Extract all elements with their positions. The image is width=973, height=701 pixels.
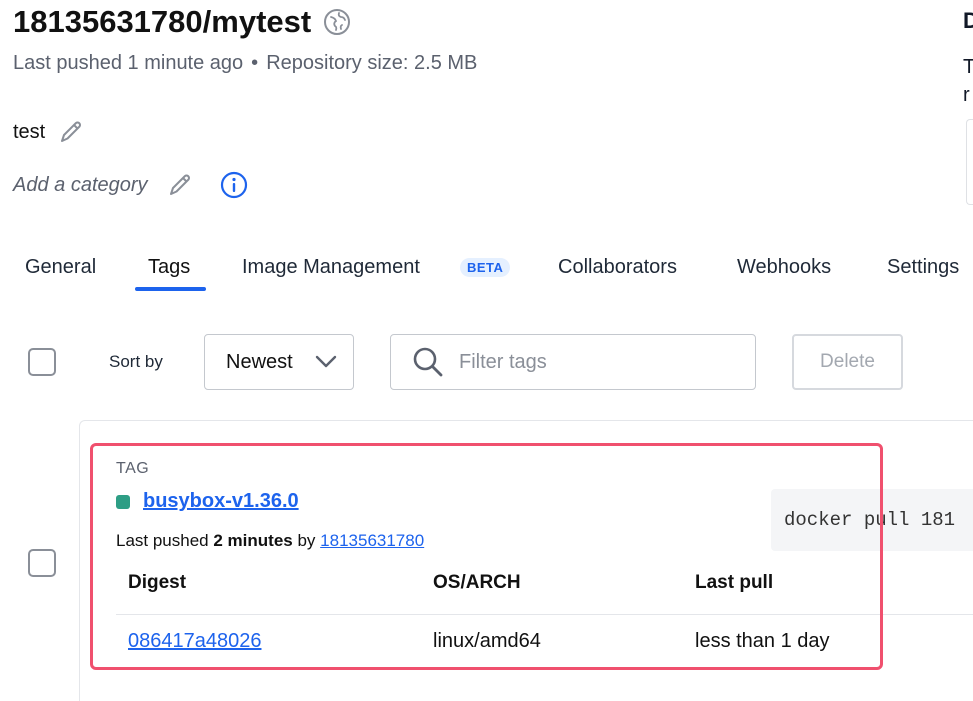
- repo-description: test: [13, 118, 85, 146]
- chevron-down-icon: [315, 355, 337, 368]
- beta-badge: BETA: [460, 258, 511, 277]
- edit-description-button[interactable]: [57, 118, 85, 146]
- tab-collaborators[interactable]: Collaborators: [558, 256, 677, 279]
- pencil-icon: [169, 174, 190, 195]
- tab-tags[interactable]: Tags: [148, 256, 190, 279]
- info-icon: [220, 171, 247, 199]
- repo-title: 18135631780/mytest: [13, 4, 351, 40]
- sidebar-box-fragment: [966, 119, 973, 205]
- sidebar-text-fragment: T r: [963, 56, 973, 106]
- edit-category-button[interactable]: [166, 171, 194, 199]
- delete-button[interactable]: Delete: [792, 334, 903, 390]
- tab-general[interactable]: General: [25, 256, 96, 279]
- sort-select-value: Newest: [226, 350, 293, 373]
- tab-settings[interactable]: Settings: [887, 256, 959, 279]
- tag-row-checkbox[interactable]: [28, 549, 56, 577]
- repo-category: Add a category: [13, 171, 248, 199]
- last-pushed-text: Last pushed 1 minute ago: [13, 52, 244, 74]
- active-tab-indicator: [135, 287, 206, 291]
- filter-tags-input[interactable]: [457, 349, 741, 375]
- sidebar-heading-fragment: D: [963, 8, 973, 33]
- category-info-button[interactable]: [220, 171, 248, 199]
- search-icon: [413, 347, 443, 377]
- sort-select[interactable]: Newest: [204, 334, 354, 390]
- tab-image-management[interactable]: Image Management: [242, 256, 420, 279]
- repo-meta: Last pushed 1 minute ago • Repository size…: [13, 52, 477, 75]
- public-globe-icon: [324, 9, 351, 35]
- tab-webhooks[interactable]: Webhooks: [737, 256, 831, 279]
- sort-label: Sort by: [109, 352, 163, 371]
- meta-separator: •: [251, 52, 259, 74]
- repo-title-text: 18135631780/mytest: [13, 4, 312, 39]
- repo-size-text: Repository size: 2.5 MB: [266, 52, 478, 74]
- select-all-checkbox[interactable]: [28, 348, 56, 376]
- category-placeholder: Add a category: [13, 173, 148, 196]
- highlight-box: [90, 443, 883, 670]
- pencil-icon: [61, 121, 82, 142]
- filter-tags-field[interactable]: [390, 334, 756, 390]
- repo-tabs: General Tags Image Management BETA Colla…: [0, 248, 973, 294]
- description-text: test: [13, 120, 46, 143]
